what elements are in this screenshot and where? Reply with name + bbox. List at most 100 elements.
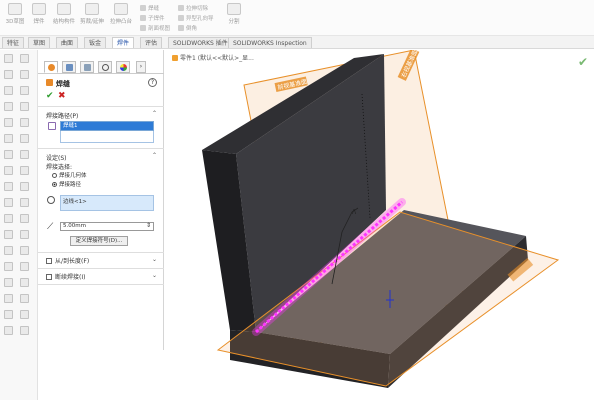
- tab-property-manager[interactable]: [62, 61, 76, 73]
- edge-select-icon: [47, 196, 55, 204]
- ribbon-button-3d-sketch[interactable]: 3D草图: [4, 1, 26, 33]
- toolbar-icon[interactable]: [20, 182, 29, 191]
- property-manager-panel: › 焊缝 ? ✔ ✖ 焊接路径(P) ⌃ 焊缝1 设定(S) ⌃ 焊接选择: 焊…: [38, 50, 164, 350]
- toolbar-icon[interactable]: [20, 262, 29, 271]
- tab-weldments[interactable]: 焊件: [112, 37, 135, 48]
- divider: [38, 252, 164, 253]
- toolbar-icon[interactable]: [4, 102, 13, 111]
- toolbar-icon[interactable]: [20, 166, 29, 175]
- toolbar-icon[interactable]: [20, 326, 29, 335]
- weld-path-section-label[interactable]: 焊接路径(P): [46, 111, 78, 120]
- spin-arrows-icon[interactable]: ⇕: [146, 222, 151, 229]
- toolbar-icon[interactable]: [20, 278, 29, 287]
- ribbon-button-extruded-boss[interactable]: 拉伸凸台: [108, 1, 134, 33]
- tab-surfaces[interactable]: 曲面: [56, 37, 79, 48]
- chevron-down-icon[interactable]: ⌄: [152, 272, 157, 279]
- cancel-button[interactable]: ✖: [58, 91, 66, 101]
- trim-extend-icon: [85, 3, 99, 15]
- toolbar-icon[interactable]: [20, 230, 29, 239]
- toolbar-icon[interactable]: [4, 278, 13, 287]
- command-ribbon: 3D草图 焊件 结构构件 剪裁/延伸 拉伸凸台 焊缝 子焊件 剖面视图 拉伸切除…: [0, 0, 594, 36]
- divider: [38, 106, 164, 107]
- toolbar-icon[interactable]: [4, 246, 13, 255]
- define-weld-symbol-button[interactable]: 定义焊接符号(D)...: [70, 236, 128, 246]
- toolbar-icon[interactable]: [4, 70, 13, 79]
- ribbon-item-sub-weldment[interactable]: 子焊件: [140, 14, 165, 22]
- radio-off-icon: [52, 173, 57, 178]
- tab-solidworks-inspection[interactable]: SOLIDWORKS Inspection: [228, 37, 312, 48]
- intermittent-weld-checkbox[interactable]: 断续焊接(I): [46, 272, 85, 281]
- toolbar-icon[interactable]: [20, 294, 29, 303]
- toolbar-icon[interactable]: [20, 118, 29, 127]
- tab-solidworks-addins[interactable]: SOLIDWORKS 插件: [168, 37, 233, 48]
- toolbar-icon[interactable]: [20, 246, 29, 255]
- toolbar-icon[interactable]: [4, 182, 13, 191]
- toolbar-icon[interactable]: [4, 214, 13, 223]
- toolbar-icon[interactable]: [4, 134, 13, 143]
- model-view: ᐱ 前视基准面 右视基准面: [202, 50, 560, 388]
- tab-sheet-metal[interactable]: 钣金: [84, 37, 107, 48]
- toolbar-icon[interactable]: [4, 54, 13, 63]
- weldment-icon: [32, 3, 46, 15]
- tab-dimxpert[interactable]: [98, 61, 112, 73]
- toolbar-icon[interactable]: [20, 150, 29, 159]
- weld-path-field[interactable]: 焊缝1: [60, 121, 154, 131]
- ribbon-button-split[interactable]: 分割: [224, 1, 244, 33]
- divider: [38, 268, 164, 269]
- ok-button[interactable]: ✔: [46, 91, 54, 101]
- toolbar-icon[interactable]: [4, 198, 13, 207]
- chevron-up-icon[interactable]: ⌃: [152, 152, 157, 159]
- tab-sketch[interactable]: 草图: [28, 37, 51, 48]
- display-manager-icon: [120, 64, 127, 71]
- toolbar-icon[interactable]: [4, 262, 13, 271]
- tab-configuration-manager[interactable]: [80, 61, 94, 73]
- property-manager-icon: [66, 64, 73, 71]
- toolbar-icon[interactable]: [20, 198, 29, 207]
- structural-member-icon: [57, 3, 71, 15]
- weld-bead-icon: [46, 79, 53, 86]
- chevron-down-icon[interactable]: ⌄: [152, 256, 157, 263]
- toolbar-icon[interactable]: [4, 310, 13, 319]
- from-to-length-checkbox[interactable]: 从/到长度(F): [46, 256, 89, 265]
- chevron-up-icon[interactable]: ⌃: [152, 110, 157, 117]
- tab-features[interactable]: 特征: [2, 37, 25, 48]
- weld-path-icon: [48, 122, 56, 130]
- bead-size-input[interactable]: 5.00mm: [60, 222, 154, 231]
- ribbon-item-chamfer[interactable]: 倒角: [178, 24, 197, 32]
- toolbar-icon[interactable]: [20, 54, 29, 63]
- toolbar-icon[interactable]: [20, 86, 29, 95]
- toolbar-icon[interactable]: [4, 230, 13, 239]
- weld-path-list[interactable]: [60, 131, 154, 143]
- divider: [38, 284, 164, 285]
- edge-selection-list[interactable]: 边线<1>: [60, 195, 154, 211]
- toolbar-icon[interactable]: [4, 166, 13, 175]
- graphics-area[interactable]: 零件1 (默认<<默认>_显... ✔ ᐱ 前视基准面 右视基准面: [164, 50, 594, 402]
- ribbon-item-gusset[interactable]: 焊缝: [140, 4, 159, 12]
- ribbon-button-weldment[interactable]: 焊件: [30, 1, 48, 33]
- toolbar-icon[interactable]: [4, 150, 13, 159]
- toolbar-icon[interactable]: [20, 134, 29, 143]
- radio-weld-geometry[interactable]: 焊接几何体: [52, 171, 87, 179]
- ribbon-item-hole-wizard[interactable]: 异型孔向导: [178, 14, 214, 22]
- feature-manager-icon: [48, 64, 55, 71]
- toolbar-icon[interactable]: [4, 86, 13, 95]
- ribbon-item-section-view[interactable]: 剖面视图: [140, 24, 170, 32]
- tab-scroll-right[interactable]: ›: [136, 61, 146, 73]
- tab-evaluate[interactable]: 评估: [140, 37, 163, 48]
- toolbar-icon[interactable]: [4, 118, 13, 127]
- toolbar-icon[interactable]: [20, 214, 29, 223]
- settings-section-label[interactable]: 设定(S): [46, 153, 67, 162]
- toolbar-icon[interactable]: [20, 102, 29, 111]
- ribbon-item-extruded-cut[interactable]: 拉伸切除: [178, 4, 208, 12]
- tab-display-manager[interactable]: [116, 61, 130, 73]
- checkbox-icon: [46, 258, 52, 264]
- toolbar-icon[interactable]: [4, 294, 13, 303]
- toolbar-icon[interactable]: [4, 326, 13, 335]
- toolbar-icon[interactable]: [20, 310, 29, 319]
- ribbon-button-trim-extend[interactable]: 剪裁/延伸: [80, 1, 104, 33]
- toolbar-icon[interactable]: [20, 70, 29, 79]
- ribbon-button-structural-member[interactable]: 结构构件: [52, 1, 76, 33]
- help-icon[interactable]: ?: [148, 78, 157, 87]
- radio-weld-path[interactable]: 焊接路径: [52, 180, 81, 188]
- tab-feature-manager[interactable]: [44, 61, 58, 73]
